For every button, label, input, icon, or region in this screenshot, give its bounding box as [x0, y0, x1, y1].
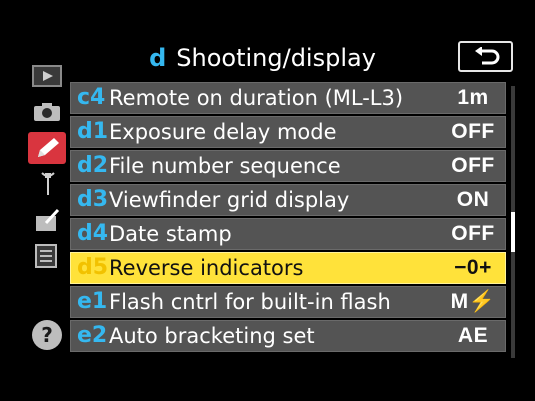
menu-item-value: OFF [451, 222, 495, 245]
menu-item-d5[interactable]: d5 Reverse indicators −0+ [70, 252, 506, 284]
sidebar-item-shooting[interactable] [28, 96, 66, 128]
menu-item-label: Exposure delay mode [109, 120, 337, 144]
menu-item-code: d5 [77, 255, 109, 280]
menu-item-label: Remote on duration (ML-L3) [109, 86, 404, 110]
menu-item-d3[interactable]: d3 Viewfinder grid display ON [70, 184, 506, 216]
menu-item-code: d3 [77, 187, 109, 212]
sidebar-item-setup[interactable] [28, 168, 66, 200]
play-icon [32, 65, 62, 87]
menu-item-code: d4 [77, 221, 109, 246]
camera-icon [34, 103, 60, 121]
scrollbar-thumb[interactable] [511, 212, 515, 252]
menu-item-code: d2 [77, 153, 109, 178]
menu-item-code: e1 [77, 289, 108, 314]
menu-item-c4[interactable]: c4 Remote on duration (ML-L3) 1m [70, 82, 506, 114]
menu-item-e2[interactable]: e2 Auto bracketing set AE [70, 320, 506, 352]
camera-menu-screen: d Shooting/display ? c4 Remote on durati… [0, 0, 535, 401]
sidebar-item-my-menu[interactable] [28, 240, 66, 272]
menu-item-value: ON [456, 188, 490, 211]
menu-item-e1[interactable]: e1 Flash cntrl for built-in flash M⚡ [70, 286, 506, 318]
sidebar-item-retouch[interactable] [28, 204, 66, 236]
menu-item-label: Date stamp [109, 222, 232, 246]
retouch-icon [36, 208, 60, 231]
back-button[interactable] [458, 41, 513, 72]
menu-item-label: Viewfinder grid display [109, 188, 350, 212]
menu-header: d Shooting/display [70, 40, 455, 76]
page-title: Shooting/display [176, 44, 376, 72]
menu-item-d1[interactable]: d1 Exposure delay mode OFF [70, 116, 506, 148]
pencil-icon [38, 138, 59, 157]
sidebar-item-custom-settings[interactable] [28, 132, 66, 164]
menu-item-code: c4 [77, 85, 106, 110]
wrench-icon [41, 172, 55, 195]
menu-item-label: Auto bracketing set [109, 324, 315, 348]
return-arrow-icon [474, 46, 499, 64]
help-button[interactable]: ? [32, 320, 62, 350]
menu-item-value: OFF [451, 154, 495, 177]
sidebar-item-playback[interactable] [28, 60, 66, 92]
menu-letter: d [149, 44, 167, 72]
menu-item-code: e2 [77, 323, 108, 348]
menu-item-value: OFF [451, 120, 495, 143]
list-icon [35, 244, 57, 268]
menu-item-d2[interactable]: d2 File number sequence OFF [70, 150, 506, 182]
menu-item-label: Flash cntrl for built-in flash [109, 290, 391, 314]
menu-item-label: File number sequence [109, 154, 341, 178]
menu-item-d4[interactable]: d4 Date stamp OFF [70, 218, 506, 250]
menu-item-value: 1m [457, 86, 489, 109]
menu-item-value: AE [457, 324, 489, 347]
menu-item-code: d1 [77, 119, 109, 144]
menu-item-label: Reverse indicators [109, 256, 304, 280]
menu-item-value: −0+ [454, 256, 492, 279]
menu-item-value: M⚡ [450, 290, 496, 313]
